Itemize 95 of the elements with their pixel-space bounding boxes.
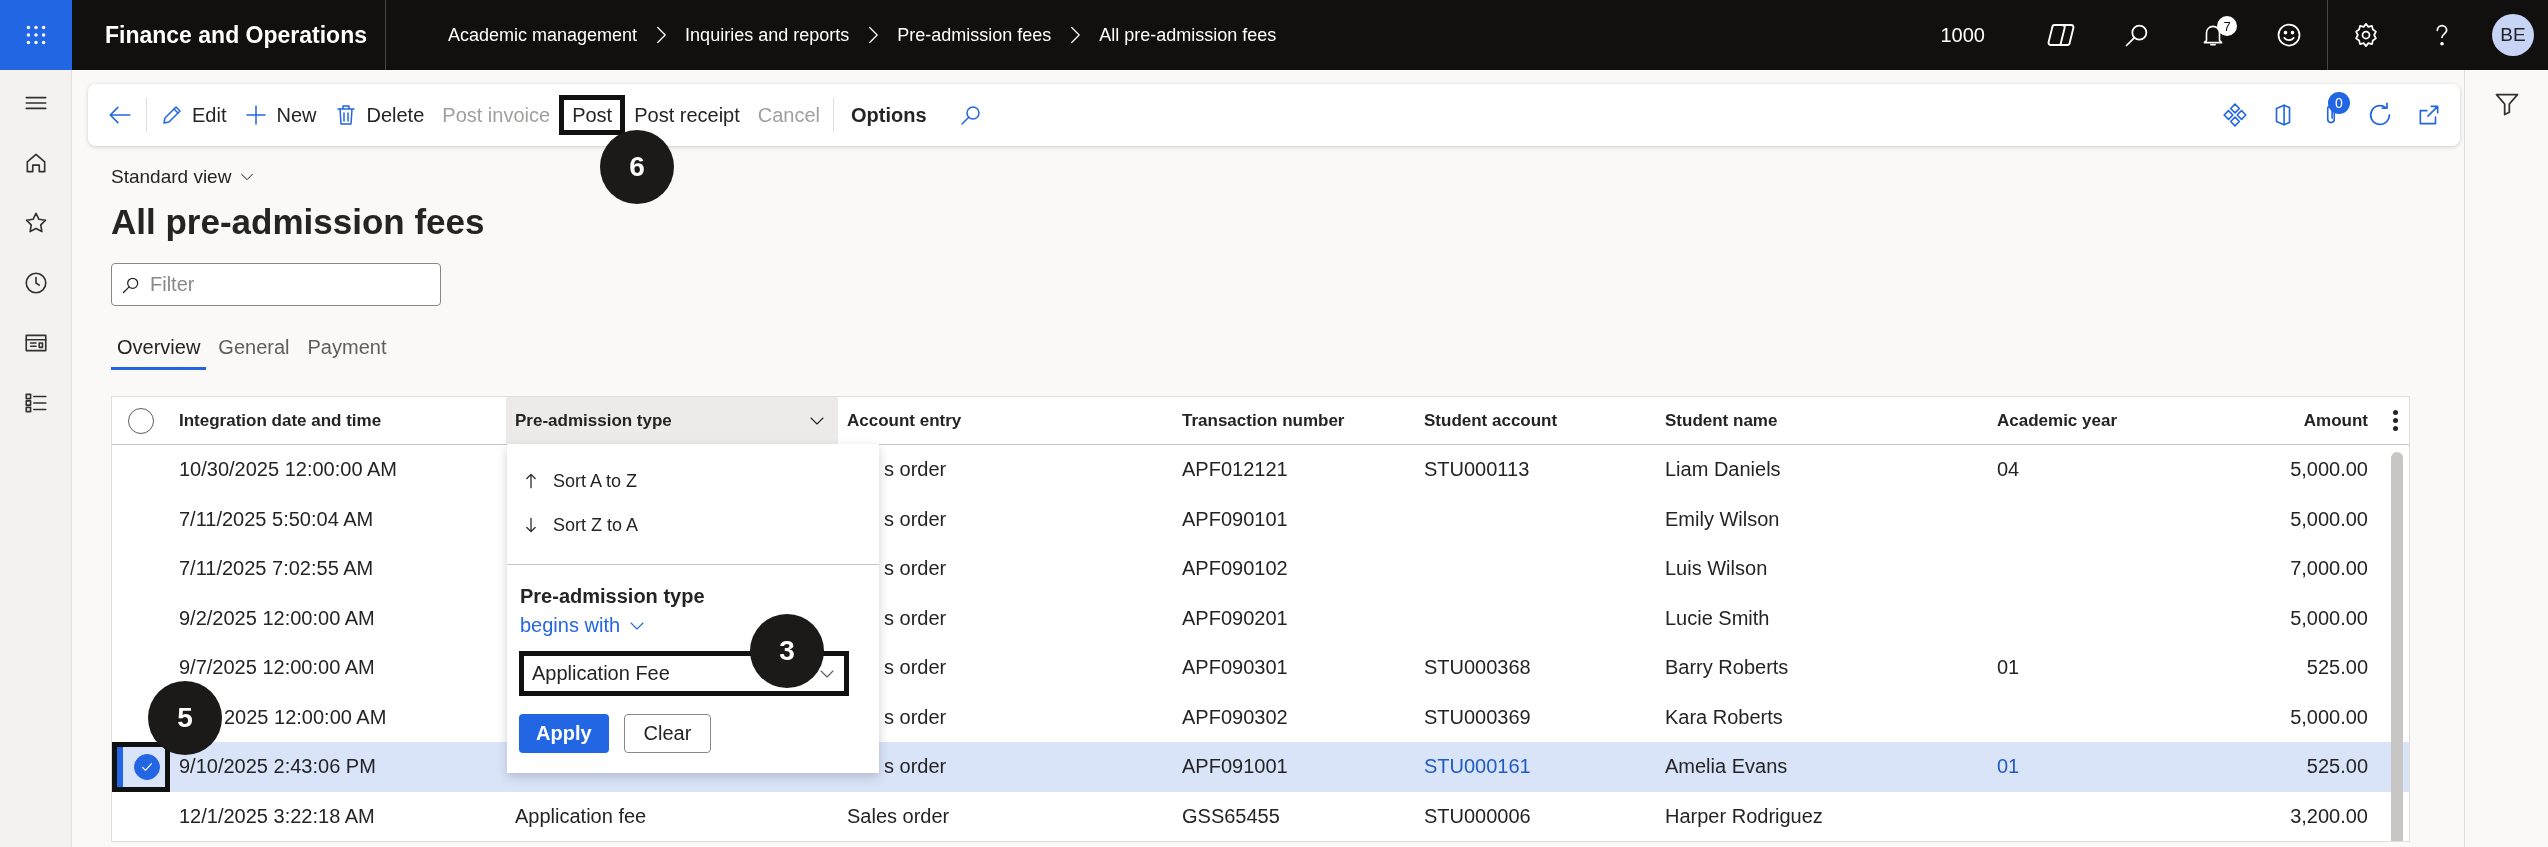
table-cell[interactable]: 01 <box>1997 755 2020 779</box>
plus-icon <box>244 103 269 127</box>
table-cell: 525.00 <box>2306 755 2368 779</box>
table-cell: Kara Roberts <box>1665 705 1783 729</box>
table-cell: APF090302 <box>1182 705 1288 729</box>
avatar[interactable]: BE <box>2492 14 2534 56</box>
table-cell: s order <box>884 755 947 779</box>
toolbar-button[interactable]: Options <box>842 95 936 135</box>
row-checkbox[interactable] <box>133 753 160 780</box>
column-header[interactable]: Academic year <box>1988 397 2238 444</box>
toolbar-button[interactable]: New <box>235 95 326 135</box>
table-cell[interactable]: STU000161 <box>1424 755 1531 779</box>
table-cell: Harper Rodriguez <box>1665 804 1823 828</box>
column-header[interactable]: Transaction number <box>1173 397 1415 444</box>
scrollbar[interactable] <box>2391 452 2403 841</box>
clear-button[interactable]: Clear <box>623 714 712 753</box>
apply-button[interactable]: Apply <box>519 714 609 753</box>
table-cell: Application fee <box>515 804 647 828</box>
column-header[interactable]: Amount <box>2238 397 2380 444</box>
table-cell: Sales order <box>847 804 950 828</box>
more-icon[interactable] <box>2392 410 2398 431</box>
table-cell: APF090201 <box>1182 606 1288 630</box>
table-cell: s order <box>884 557 947 581</box>
settings-icon <box>2352 21 2380 49</box>
table-cell: STU000368 <box>1424 656 1531 680</box>
table-cell: 04 <box>1997 458 2020 482</box>
table-cell: 2025 12:00:00 AM <box>224 705 387 729</box>
pencil-icon <box>160 103 184 127</box>
table-cell: APF090102 <box>1182 557 1288 581</box>
sort-menu-item[interactable]: Sort A to Z <box>507 459 638 503</box>
toolbar-button[interactable]: Delete <box>325 95 434 135</box>
breadcrumb-link[interactable]: Inquiries and reports <box>685 24 850 46</box>
table-cell: 525.00 <box>2306 656 2368 680</box>
table-cell: 5,000.00 <box>2290 458 2368 482</box>
table-cell: STU000006 <box>1424 804 1531 828</box>
sort-menu-item[interactable]: Sort Z to A <box>507 503 639 547</box>
table-cell: APF012121 <box>1182 458 1288 482</box>
table-cell: APF091001 <box>1182 755 1288 779</box>
operator-dropdown[interactable]: begins with <box>520 614 647 637</box>
company-picker[interactable]: 1000 <box>1940 23 1985 47</box>
table-cell: s order <box>884 458 947 482</box>
column-header[interactable]: Integration date and time <box>170 397 506 444</box>
table-cell: Emily Wilson <box>1665 507 1780 531</box>
attachment-count: 0 <box>2328 92 2350 114</box>
breadcrumb-link[interactable]: Pre-admission fees <box>897 24 1052 46</box>
app-title: Finance and Operations <box>104 21 368 49</box>
table-cell: Amelia Evans <box>1665 755 1788 779</box>
table-cell: 9/10/2025 2:43:06 PM <box>179 755 376 779</box>
table-cell: 5,000.00 <box>2290 507 2368 531</box>
view-selector[interactable]: Standard view <box>111 166 256 188</box>
table-cell: s order <box>884 606 947 630</box>
callout-number: 3 <box>750 614 824 688</box>
notification-count: 7 <box>2217 16 2237 36</box>
table-cell: s order <box>884 656 947 680</box>
callout-number: 6 <box>600 130 675 204</box>
filter-label: Pre-admission type <box>520 585 706 608</box>
table-cell: 7/11/2025 5:50:04 AM <box>179 507 374 531</box>
table-cell: 9/7/2025 12:00:00 AM <box>179 656 375 680</box>
table-cell: s order <box>884 507 947 531</box>
breadcrumb-link[interactable]: Academic management <box>448 24 638 46</box>
table-cell: STU000113 <box>1424 458 1530 482</box>
table-cell: 10/30/2025 12:00:00 AM <box>179 458 397 482</box>
table-cell: APF090301 <box>1182 656 1288 680</box>
breadcrumb-link[interactable]: All pre-admission fees <box>1099 24 1277 46</box>
smiley-icon <box>2275 21 2303 49</box>
table-cell: Lucie Smith <box>1665 606 1770 630</box>
column-header[interactable]: Account entry <box>838 397 1173 444</box>
tab[interactable]: Payment <box>301 328 393 370</box>
table-cell: Luis Wilson <box>1665 557 1768 581</box>
table-cell: 5,000.00 <box>2290 705 2368 729</box>
table-cell: 7,000.00 <box>2290 557 2368 581</box>
table-cell: 12/1/2025 3:22:18 AM <box>179 804 375 828</box>
table-cell: APF090101 <box>1182 507 1288 531</box>
table-cell: 3,200.00 <box>2290 804 2368 828</box>
table-cell: 01 <box>1997 656 2020 680</box>
callout-number: 5 <box>148 681 222 755</box>
table-cell: 7/11/2025 7:02:55 AM <box>179 557 374 581</box>
column-header[interactable]: Pre-admission type <box>506 397 838 444</box>
column-header[interactable]: Student name <box>1656 397 1988 444</box>
table-cell: s order <box>884 705 947 729</box>
table-cell: Liam Daniels <box>1665 458 1781 482</box>
toolbar-button[interactable]: Edit <box>151 95 236 135</box>
tab[interactable]: Overview <box>111 328 207 370</box>
tab[interactable]: General <box>212 328 296 370</box>
diamond-grid-icon <box>2222 102 2248 128</box>
table-cell: 5,000.00 <box>2290 606 2368 630</box>
table-cell: Barry Roberts <box>1665 656 1789 680</box>
clock-icon <box>22 270 49 296</box>
table-cell: 9/2/2025 12:00:00 AM <box>179 606 375 630</box>
table-cell: STU000369 <box>1424 705 1531 729</box>
search-icon <box>958 103 983 127</box>
table-cell: GSS65455 <box>1182 804 1280 828</box>
filter-field[interactable]: Filter <box>111 263 441 306</box>
page-title: All pre-admission fees <box>111 202 486 242</box>
column-header[interactable]: Student account <box>1415 397 1656 444</box>
